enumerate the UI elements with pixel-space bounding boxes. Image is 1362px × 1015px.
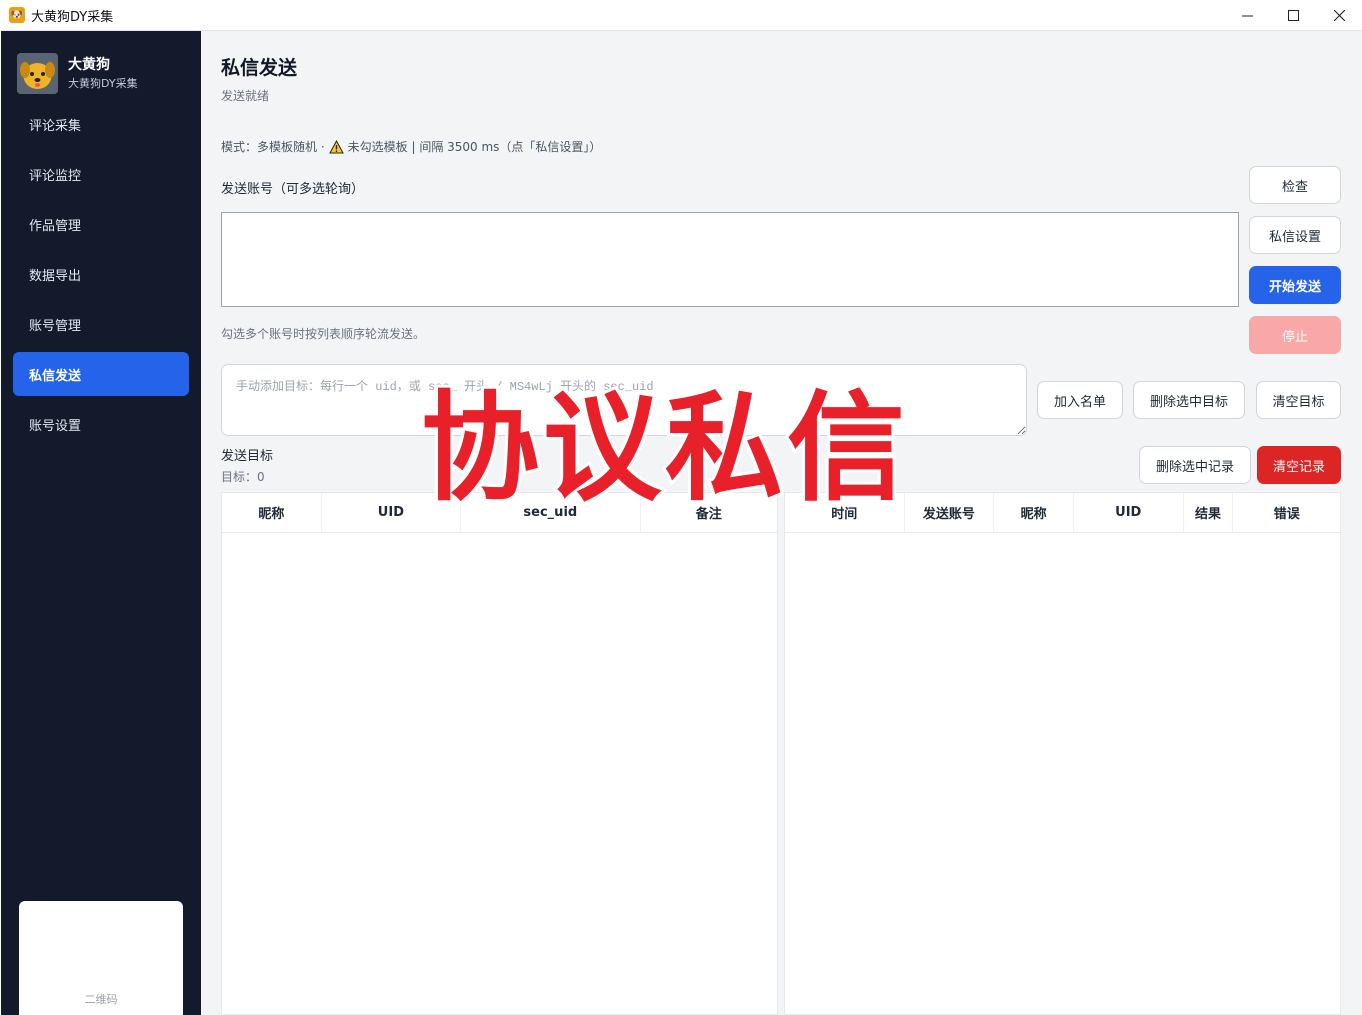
- page-title: 私信发送: [221, 57, 298, 79]
- clear-records-button[interactable]: 清空记录: [1257, 446, 1341, 484]
- window-title: 大黄狗DY采集: [31, 9, 114, 25]
- account-hint: 勾选多个账号时按列表顺序轮流发送。: [221, 327, 426, 341]
- close-button[interactable]: [1316, 0, 1362, 31]
- account-label: 发送账号（可多选轮询）: [221, 182, 365, 197]
- delete-selected-records-button[interactable]: 删除选中记录: [1139, 446, 1251, 484]
- column-header[interactable]: 结果: [1184, 493, 1234, 532]
- mode-prefix: 模式：多模板随机 ·: [221, 140, 325, 154]
- avatar: [17, 53, 58, 94]
- minimize-button[interactable]: [1224, 0, 1270, 31]
- sidebar-item-data-export[interactable]: 数据导出: [13, 252, 189, 296]
- account-list[interactable]: [221, 212, 1239, 307]
- column-header[interactable]: 发送账号: [905, 493, 995, 532]
- start-send-button[interactable]: 开始发送: [1249, 266, 1341, 304]
- sidebar-nav: 评论采集 评论监控 作品管理 数据导出 账号管理 私信发送 账号设置: [13, 102, 189, 452]
- sidebar-item-comment-collect[interactable]: 评论采集: [13, 102, 189, 146]
- sidebar: 大黄狗 大黄狗DY采集 评论采集 评论监控 作品管理 数据导出 账号管理 私信发…: [1, 31, 201, 1015]
- stop-button[interactable]: 停止: [1249, 316, 1341, 354]
- column-header[interactable]: 错误: [1233, 493, 1340, 532]
- overlay-banner: 协议私信: [415, 378, 915, 518]
- window-controls: [1224, 0, 1362, 31]
- send-status: 发送就绪: [221, 89, 270, 103]
- warning-icon: [328, 139, 344, 153]
- targets-count: 目标：0: [221, 470, 265, 484]
- column-header[interactable]: 昵称: [222, 493, 322, 532]
- minimize-icon: [1241, 15, 1253, 17]
- mode-suffix: 未勾选模板 | 间隔 3500 ms（点「私信设置」）: [347, 140, 602, 154]
- targets-table[interactable]: 昵称 UID sec_uid 备注: [221, 492, 778, 1015]
- brand: 大黄狗 大黄狗DY采集: [17, 53, 138, 94]
- overlay-text: 协议私信: [418, 379, 909, 517]
- sidebar-item-dm-send[interactable]: 私信发送: [13, 352, 189, 396]
- qr-code-label: 二维码: [84, 993, 118, 1006]
- check-button[interactable]: 检查: [1249, 166, 1341, 204]
- title-bar: 🐶 大黄狗DY采集: [0, 0, 1362, 31]
- sidebar-item-works-manage[interactable]: 作品管理: [13, 202, 189, 246]
- sidebar-item-comment-monitor[interactable]: 评论监控: [13, 152, 189, 196]
- add-list-button[interactable]: 加入名单: [1037, 381, 1123, 419]
- brand-subtitle: 大黄狗DY采集: [68, 76, 138, 90]
- brand-name: 大黄狗: [68, 56, 110, 73]
- column-header[interactable]: 昵称: [994, 493, 1074, 532]
- qr-code-box: 二维码: [19, 901, 183, 1015]
- main-content: 私信发送 发送就绪 模式：多模板随机 · 未勾选模板 | 间隔 3500 ms（…: [201, 31, 1362, 1015]
- maximize-icon: [1287, 10, 1299, 21]
- sidebar-item-account-settings[interactable]: 账号设置: [13, 402, 189, 446]
- dog-avatar-icon: [17, 53, 58, 94]
- delete-selected-targets-button[interactable]: 删除选中目标: [1133, 381, 1245, 419]
- mode-line: 模式：多模板随机 · 未勾选模板 | 间隔 3500 ms（点「私信设置」）: [221, 138, 601, 155]
- records-table[interactable]: 时间 发送账号 昵称 UID 结果 错误: [784, 492, 1341, 1015]
- close-icon: [1333, 10, 1345, 21]
- maximize-button[interactable]: [1270, 0, 1316, 31]
- clear-targets-button[interactable]: 清空目标: [1256, 381, 1341, 419]
- targets-label: 发送目标: [221, 449, 274, 464]
- sidebar-item-account-manage[interactable]: 账号管理: [13, 302, 189, 346]
- app-dog-icon: 🐶: [9, 7, 25, 23]
- column-header[interactable]: UID: [1074, 493, 1184, 532]
- dm-settings-button[interactable]: 私信设置: [1249, 216, 1341, 254]
